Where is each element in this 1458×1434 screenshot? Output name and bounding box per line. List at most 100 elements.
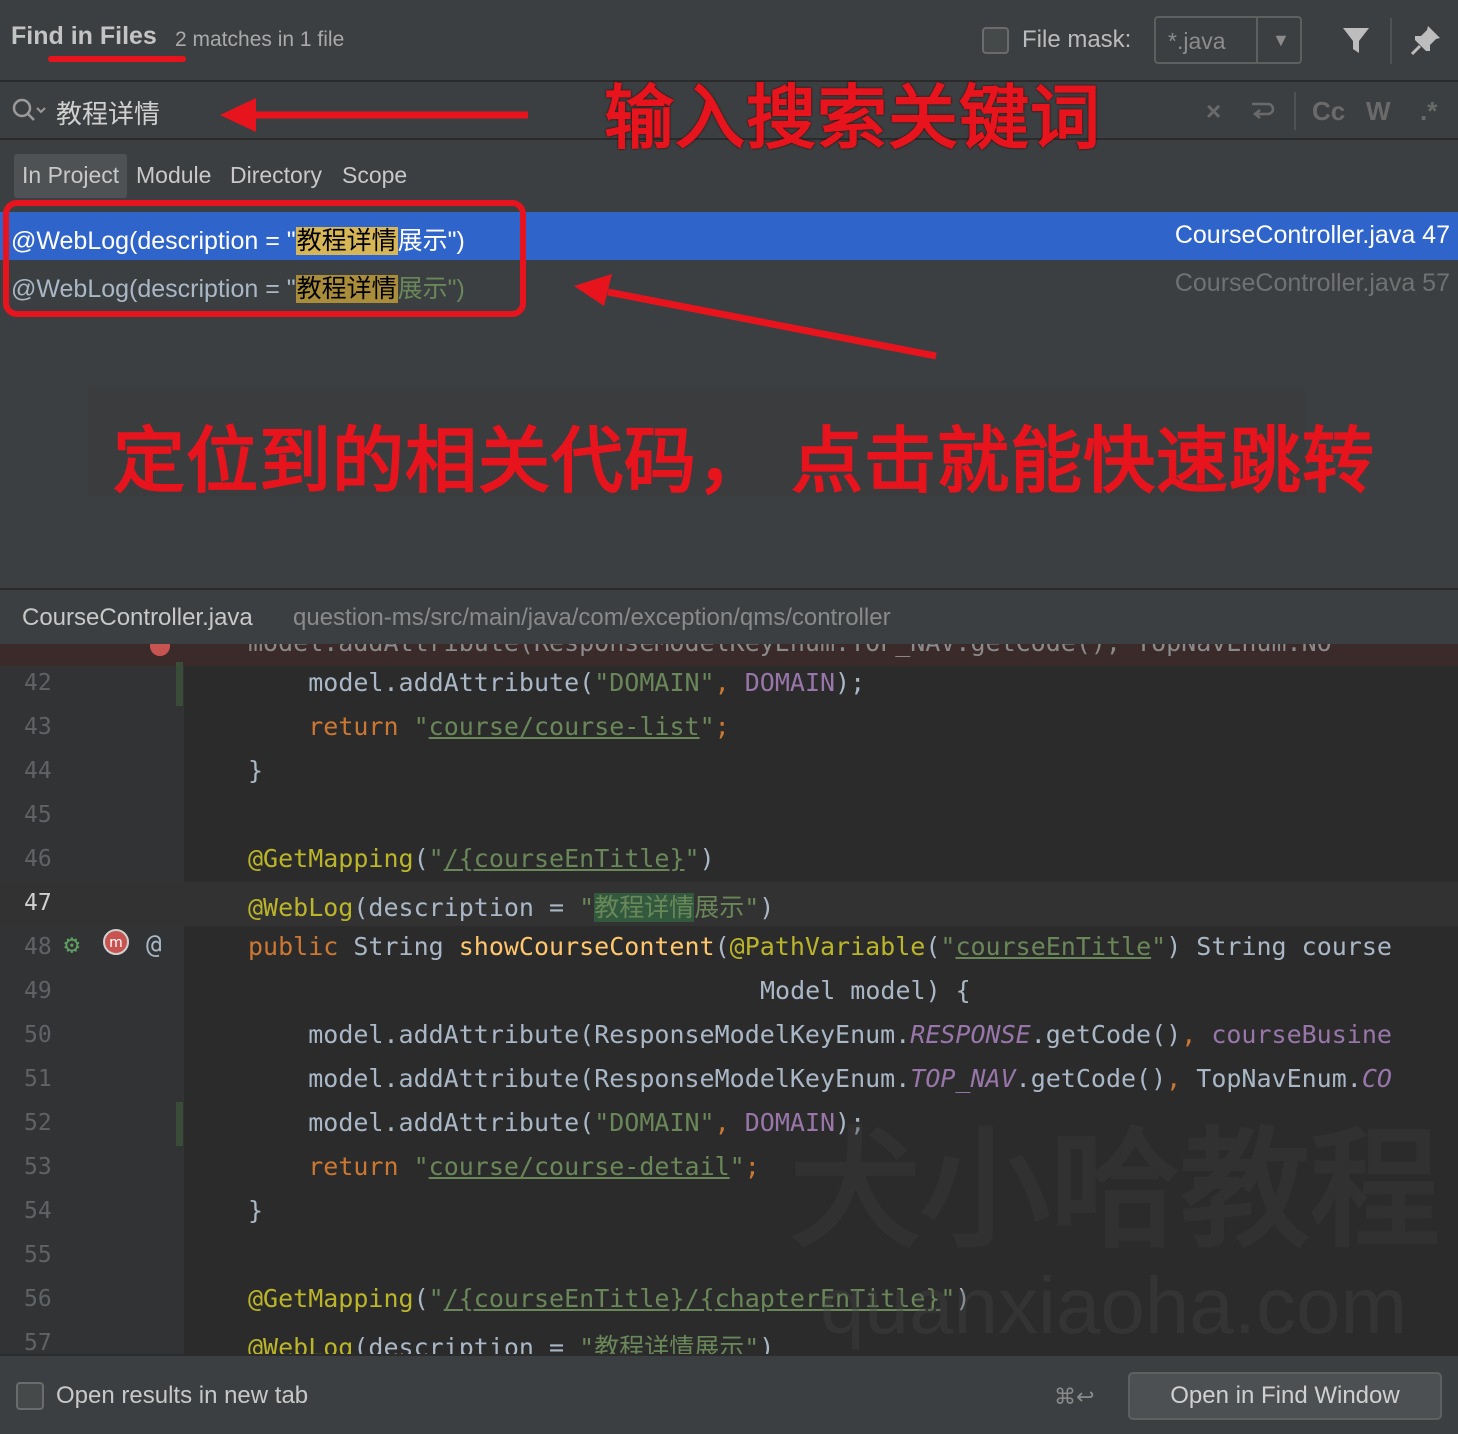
file-mask-checkbox[interactable]	[982, 27, 1009, 54]
code-token: (	[925, 932, 941, 961]
pin-icon[interactable]	[1408, 22, 1444, 58]
code-token: 展示	[694, 893, 745, 922]
whole-words-toggle[interactable]: W	[1366, 96, 1391, 127]
code-token: RESPONSE	[910, 1020, 1031, 1049]
code-line: 42 model.addAttribute("DOMAIN", DOMAIN);	[0, 662, 1458, 706]
line-number: 50	[24, 1022, 52, 1048]
code-token: String	[353, 932, 459, 961]
code-token: "	[684, 844, 700, 873]
code-text: model.addAttribute("DOMAIN", DOMAIN);	[248, 1108, 865, 1137]
annotation-icon[interactable]: @	[146, 930, 162, 960]
code-token: return	[308, 1152, 414, 1181]
code-text: }	[248, 756, 264, 785]
code-token: model.addAttribute(	[308, 1108, 595, 1137]
search-match: 教程详情	[594, 893, 695, 922]
code-token: "	[940, 932, 956, 961]
bean-icon[interactable]: ⚙	[64, 930, 80, 960]
tab-scope[interactable]: Scope	[334, 154, 415, 198]
code-token: (	[714, 932, 730, 961]
code-token: (description =	[353, 1333, 580, 1354]
code-token: model.addAttribute(	[308, 668, 595, 697]
code-text: @GetMapping("/{courseEnTitle}")	[248, 844, 715, 873]
code-token: course/course-detail	[428, 1152, 730, 1181]
search-input[interactable]: 教程详情	[56, 94, 160, 131]
code-text: }	[248, 1196, 264, 1225]
line-number: 44	[24, 758, 52, 784]
code-token: model.addAttribute(	[308, 1020, 595, 1049]
search-icon[interactable]	[10, 96, 46, 126]
code-token: .getCode()	[1030, 1020, 1182, 1049]
open-new-tab-checkbox[interactable]	[16, 1382, 44, 1410]
match-case-toggle[interactable]: Cc	[1312, 96, 1345, 127]
code-line: 44 }	[0, 750, 1458, 794]
code-token: return	[308, 712, 414, 741]
new-line-icon[interactable]	[1248, 98, 1276, 124]
line-number: 53	[24, 1154, 52, 1180]
mapping-icon[interactable]: m	[100, 928, 132, 962]
open-in-find-window-button[interactable]: Open in Find Window	[1128, 1372, 1442, 1420]
code-token: "DOMAIN"	[594, 1108, 715, 1137]
code-token: "	[579, 893, 595, 922]
code-line: 49 Model model) {	[0, 970, 1458, 1014]
line-number: 49	[24, 978, 52, 1004]
code-token: ResponseModelKeyEnum.	[594, 1020, 911, 1049]
code-line-current: 47 @WebLog(description = "教程详情展示")	[0, 882, 1458, 926]
code-line: 43 return "course/course-list";	[0, 706, 1458, 750]
code-token: )	[759, 893, 775, 922]
line-number: 52	[24, 1110, 52, 1136]
line-number: 57	[24, 1330, 52, 1354]
code-token: "	[428, 844, 444, 873]
code-token: "	[699, 712, 715, 741]
dialog-title: Find in Files	[11, 22, 157, 50]
tab-module[interactable]: Module	[128, 154, 219, 198]
watermark-text: 犬小哈教程	[790, 1117, 1441, 1263]
tools-divider	[1294, 92, 1296, 130]
code-token: @GetMapping	[248, 1284, 414, 1313]
line-number: 42	[24, 670, 52, 696]
tab-in-project[interactable]: In Project	[14, 154, 128, 198]
code-token: "	[1151, 932, 1167, 961]
annotation-result-hint: 定位到的相关代码， 点击就能快速跳转	[113, 422, 1376, 502]
line-number: 46	[24, 846, 52, 872]
chevron-down-icon[interactable]: ▼	[1272, 30, 1290, 51]
path-file-name: CourseController.java	[22, 604, 253, 631]
annotation-box	[3, 200, 526, 317]
combo-divider	[1256, 18, 1258, 62]
code-token: "	[413, 1152, 429, 1181]
code-token: showCourseContent	[458, 932, 715, 961]
change-marker	[176, 662, 183, 706]
code-token: (description =	[353, 893, 580, 922]
path-directory: question-ms/src/main/java/com/exception/…	[293, 604, 891, 631]
code-token: @WebLog	[248, 1333, 354, 1354]
code-token: "	[729, 1152, 745, 1181]
open-new-tab-label[interactable]: Open results in new tab	[56, 1382, 308, 1410]
code-token: DOMAIN	[744, 668, 836, 697]
code-line: 45	[0, 794, 1458, 838]
code-token: (	[413, 844, 429, 873]
tab-directory[interactable]: Directory	[222, 154, 330, 198]
match-count: 2 matches in 1 file	[175, 28, 345, 51]
code-token: courseBusine	[1211, 1020, 1392, 1049]
code-token: "DOMAIN"	[594, 668, 715, 697]
code-token: model.addAttribute(	[308, 1064, 595, 1093]
watermark-url: quanxiaoha.com	[820, 1261, 1408, 1350]
clear-icon[interactable]: ×	[1206, 96, 1221, 127]
toolbar-divider	[1390, 18, 1392, 64]
code-token: "	[744, 893, 760, 922]
filter-icon[interactable]	[1340, 24, 1372, 58]
line-number: 51	[24, 1066, 52, 1092]
code-token: "	[413, 712, 429, 741]
file-mask-combo[interactable]: *.java ▼	[1154, 16, 1302, 64]
code-line: 46 @GetMapping("/{courseEnTitle}")	[0, 838, 1458, 882]
svg-text:m: m	[109, 935, 123, 951]
regex-toggle[interactable]: .*	[1420, 96, 1437, 127]
code-text: public String showCourseContent(@PathVar…	[248, 932, 1392, 961]
result-file: CourseController.java 47	[1174, 221, 1450, 249]
code-token: (	[413, 1284, 429, 1313]
code-token: @WebLog	[248, 893, 354, 922]
code-text: model.addAttribute(ResponseModelKeyEnum.…	[248, 1020, 1392, 1049]
line-number: 55	[24, 1242, 52, 1268]
code-token: @GetMapping	[248, 844, 414, 873]
annotation-underline	[48, 56, 186, 62]
code-text: Model model) {	[760, 976, 971, 1005]
